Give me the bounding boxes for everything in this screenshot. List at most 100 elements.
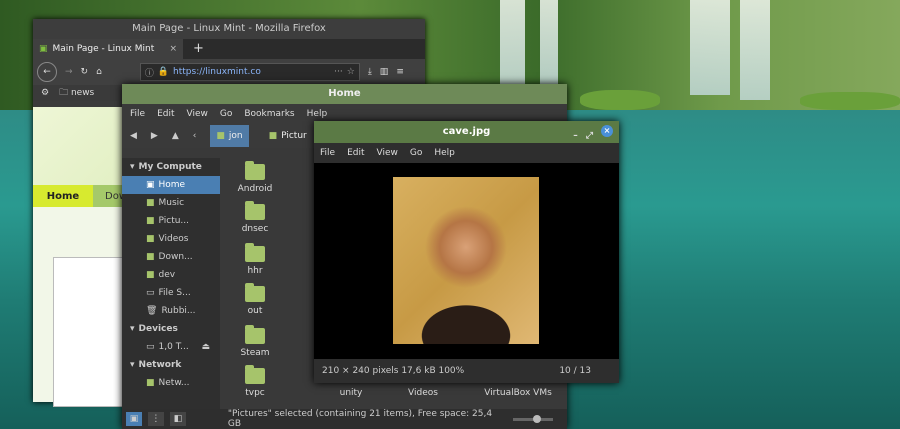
file-item[interactable]: out — [220, 283, 290, 316]
statusbar: ▣ ⋮ ◧ "Pictures" selected (containing 21… — [122, 409, 567, 429]
close-icon[interactable]: × — [601, 125, 613, 137]
library-icon[interactable]: ▥ — [380, 67, 389, 77]
sidebar-item-pictures[interactable]: ■ Pictu... — [122, 212, 220, 230]
sidebar-item-label: Netw... — [158, 378, 190, 388]
menu-go[interactable]: Go — [220, 109, 232, 119]
forward-icon[interactable]: → — [65, 67, 73, 77]
tab-label: Main Page - Linux Mint — [52, 44, 155, 54]
menu-edit[interactable]: Edit — [347, 148, 364, 158]
menu-help[interactable]: Help — [307, 109, 328, 119]
zoom-slider[interactable] — [513, 414, 554, 423]
section-label: My Compute — [138, 162, 202, 172]
folder-icon: ■ — [146, 198, 155, 208]
sidebar-item-label: Pictu... — [158, 216, 190, 226]
file-item[interactable]: Videos — [388, 388, 458, 398]
sidebar-item-device[interactable]: ▭ 1,0 T... ⏏ — [122, 338, 220, 356]
more-icon[interactable]: ··· — [334, 67, 343, 77]
file-label: dnsec — [241, 224, 269, 234]
firefox-tab[interactable]: ▣ Main Page - Linux Mint × — [33, 39, 183, 59]
menu-icon[interactable]: ≡ — [396, 67, 404, 77]
reload-icon[interactable]: ↻ — [81, 67, 89, 77]
sidebar-item-label: File S... — [158, 288, 191, 298]
crumb-label: Pictur — [281, 131, 307, 141]
drive-icon: ▭ — [146, 342, 155, 352]
forward-icon[interactable]: ▶ — [151, 131, 158, 141]
home-icon[interactable]: ⌂ — [96, 67, 102, 77]
file-item[interactable]: Steam — [220, 325, 290, 358]
file-label: Android — [237, 184, 273, 194]
settings-icon[interactable]: ⚙ — [41, 88, 49, 98]
menu-edit[interactable]: Edit — [157, 109, 174, 119]
menu-file[interactable]: File — [320, 148, 335, 158]
sidebar-item-downloads[interactable]: ■ Down... — [122, 248, 220, 266]
section-label: Network — [138, 360, 182, 370]
home-folder-icon: ▣ — [146, 180, 155, 190]
crumb-left-icon[interactable]: ‹ — [193, 131, 197, 141]
menu-file[interactable]: File — [130, 109, 145, 119]
drive-icon: ▭ — [146, 288, 155, 298]
file-item[interactable]: Android — [220, 161, 290, 194]
file-item[interactable]: tvpc — [220, 365, 290, 398]
folder-icon — [245, 201, 265, 220]
sidebar-item-label: dev — [158, 270, 176, 280]
image-canvas[interactable] — [314, 163, 619, 359]
folder-icon: ■ — [146, 216, 155, 226]
tree-toggle-icon[interactable]: ⋮ — [147, 412, 164, 426]
folder-icon: ■ — [216, 131, 225, 141]
firefox-navbar: ← → ↻ ⌂ ⓘ 🔒 https://linuxmint.co ··· ☆ ⤓… — [33, 59, 425, 85]
maximize-icon[interactable]: ⤢ — [586, 125, 593, 147]
tab-close-icon[interactable]: × — [169, 44, 177, 54]
sidebar-section-my-computer[interactable]: ▾ My Compute — [122, 158, 220, 176]
crumb-jon[interactable]: ■ jon — [210, 125, 249, 147]
sidebar-item-label: Videos — [158, 234, 189, 244]
file-item[interactable]: dnsec — [220, 201, 290, 234]
sidebar-section-network[interactable]: ▾ Network — [122, 356, 220, 374]
sidebar-item-label: 1,0 T... — [158, 342, 189, 352]
star-icon[interactable]: ☆ — [347, 67, 355, 77]
sidebar-item-label: Down... — [158, 252, 193, 262]
image-viewer-statusbar: 210 × 240 pixels 17,6 kB 100% 10 / 13 — [314, 359, 619, 383]
crumb-label: jon — [228, 131, 243, 141]
eject-icon[interactable]: ⏏ — [201, 342, 210, 352]
sidebar-item-home[interactable]: ▣ Home — [122, 176, 220, 194]
file-item[interactable]: hhr — [220, 243, 290, 276]
page-home-link[interactable]: Home — [33, 185, 93, 207]
firefox-title: Main Page - Linux Mint - Mozilla Firefox — [33, 19, 425, 39]
menu-help[interactable]: Help — [434, 148, 455, 158]
sidebar-item-dev[interactable]: ■ dev — [122, 266, 220, 284]
folder-icon: ■ — [146, 234, 155, 244]
sidebar-item-label: Rubbi... — [161, 306, 196, 316]
folder-icon — [245, 365, 265, 384]
menu-view[interactable]: View — [377, 148, 398, 158]
up-icon[interactable]: ▲ — [172, 131, 179, 141]
folder-icon: ■ — [146, 252, 155, 262]
sidebar-item-videos[interactable]: ■ Videos — [122, 230, 220, 248]
file-item[interactable]: unity — [316, 388, 386, 398]
places-toggle-icon[interactable]: ▣ — [126, 412, 142, 426]
sidebar-item-music[interactable]: ■ Music — [122, 194, 220, 212]
menu-bookmarks[interactable]: Bookmarks — [244, 109, 294, 119]
sidebar-toggle-icon[interactable]: ◧ — [169, 412, 186, 426]
download-icon[interactable]: ⤓ — [368, 67, 372, 77]
back-icon[interactable]: ← — [37, 62, 57, 82]
bookmark-news[interactable]: 🗀 news — [59, 85, 94, 101]
back-icon[interactable]: ◀ — [130, 131, 137, 141]
sidebar-item-network[interactable]: ■ Netw... — [122, 374, 220, 392]
sidebar-section-devices[interactable]: ▾ Devices — [122, 320, 220, 338]
sidebar-item-filesystem[interactable]: ▭ File S... — [122, 284, 220, 302]
folder-icon — [245, 283, 265, 302]
minimize-icon[interactable]: – — [573, 125, 578, 147]
crumb-pictures[interactable]: ■ Pictur — [263, 125, 313, 147]
url-bar[interactable]: ⓘ 🔒 https://linuxmint.co ··· ☆ — [139, 63, 360, 81]
file-label: unity — [339, 388, 363, 398]
new-tab-icon[interactable]: + — [183, 39, 214, 59]
bookmark-label: news — [70, 88, 95, 98]
sidebar-item-trash[interactable]: 🗑 Rubbi... — [122, 302, 220, 320]
sidebar: ▾ My Compute ▣ Home ■ Music ■ Pictu... ■ Vid… — [122, 158, 220, 409]
section-label: Devices — [138, 324, 178, 334]
menu-go[interactable]: Go — [410, 148, 422, 158]
file-item[interactable]: VirtualBox VMs — [470, 388, 566, 398]
page-content-box — [53, 257, 133, 407]
menu-view[interactable]: View — [187, 109, 208, 119]
sidebar-item-label: Music — [158, 198, 185, 208]
